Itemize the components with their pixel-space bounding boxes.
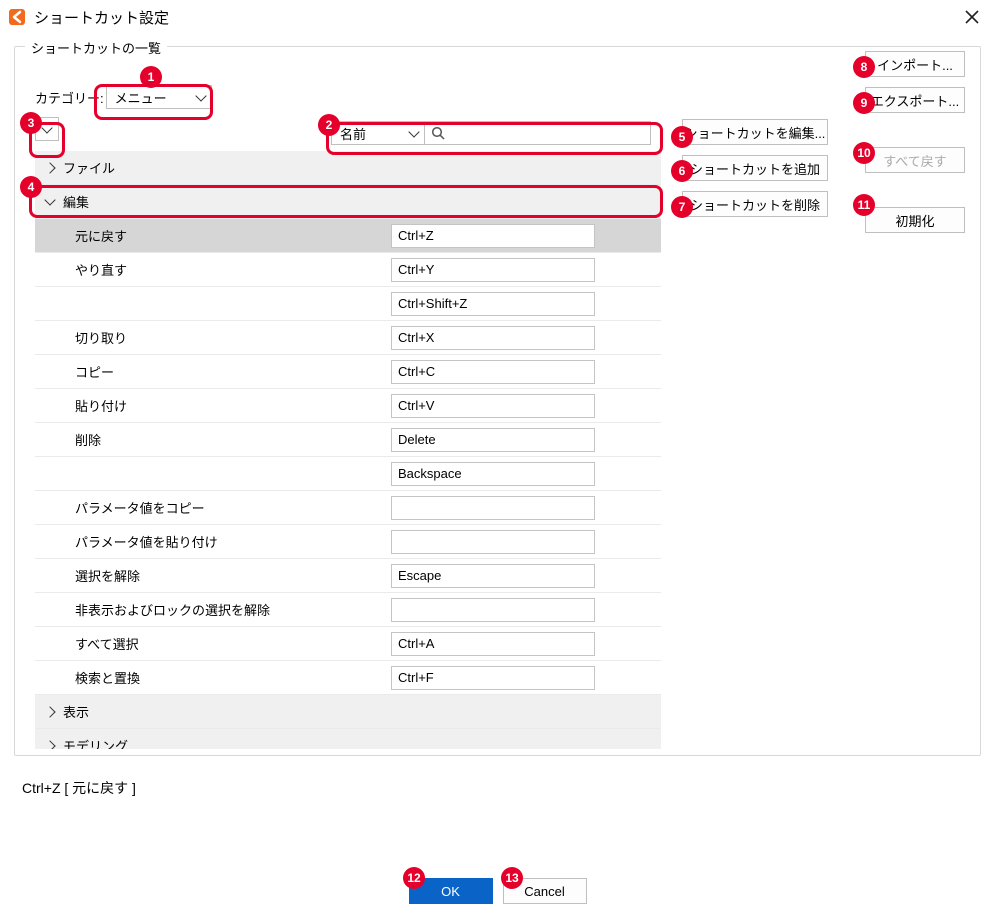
app-icon — [8, 8, 26, 26]
shortcut-field[interactable]: Ctrl+C — [391, 360, 595, 384]
tree-item-name: 非表示およびロックの選択を解除 — [41, 600, 391, 619]
shortcut-field[interactable]: Ctrl+Z — [391, 224, 595, 248]
tree-item-name: パラメータ値をコピー — [41, 498, 391, 517]
tree-item[interactable]: パラメータ値を貼り付け — [35, 525, 661, 559]
tree-item-name: 選択を解除 — [41, 566, 391, 585]
tree-item[interactable]: 非表示およびロックの選択を解除 — [35, 593, 661, 627]
shortcut-field[interactable]: Escape — [391, 564, 595, 588]
tree-item[interactable]: 削除Delete — [35, 423, 661, 457]
shortcut-cell: Ctrl+Z — [391, 224, 661, 248]
tree-group-label: 編集 — [59, 192, 409, 211]
add-shortcut-button[interactable]: ショートカットを追加 — [682, 155, 828, 181]
edit-shortcut-button[interactable]: ショートカットを編集... — [682, 119, 828, 145]
shortcut-cell: Ctrl+F — [391, 666, 661, 690]
shortcut-cell: Ctrl+X — [391, 326, 661, 350]
shortcut-tree: ファイル編集元に戻すCtrl+Zやり直すCtrl+YCtrl+Shift+Z切り… — [35, 151, 661, 749]
category-label: カテゴリー: — [35, 88, 104, 107]
shortcut-cell — [391, 530, 661, 554]
action-buttons-col2: インポート... エクスポート... すべて戻す 初期化 — [865, 51, 965, 233]
tree-item[interactable]: 切り取りCtrl+X — [35, 321, 661, 355]
chevron-right-icon — [41, 742, 59, 750]
tree-item-extra[interactable]: Backspace — [35, 457, 661, 491]
chevron-down-icon — [41, 199, 59, 204]
tree-item-name: やり直す — [41, 260, 391, 279]
shortcut-cell — [391, 496, 661, 520]
search-icon — [425, 126, 451, 140]
shortcut-field[interactable] — [391, 598, 595, 622]
tree-group-label: ファイル — [59, 158, 409, 177]
shortcut-cell: Delete — [391, 428, 661, 452]
tree-item[interactable]: 選択を解除Escape — [35, 559, 661, 593]
tree-item[interactable]: 貼り付けCtrl+V — [35, 389, 661, 423]
reset-button[interactable]: 初期化 — [865, 207, 965, 233]
tree-item-name: 貼り付け — [41, 396, 391, 415]
tree-group[interactable]: モデリング — [35, 729, 661, 749]
tree-group-label: モデリング — [59, 736, 409, 749]
shortcut-field[interactable]: Ctrl+A — [391, 632, 595, 656]
ok-button[interactable]: OK — [409, 878, 493, 904]
search-input-wrap — [425, 121, 651, 145]
shortcut-cell: Escape — [391, 564, 661, 588]
chevron-down-icon — [195, 90, 206, 101]
search-type-select[interactable]: 名前 — [331, 121, 425, 145]
tree-item[interactable]: すべて選択Ctrl+A — [35, 627, 661, 661]
chevron-down-icon — [41, 122, 52, 133]
chevron-right-icon — [41, 164, 59, 172]
tree-group[interactable]: 表示 — [35, 695, 661, 729]
shortcut-cell: Ctrl+V — [391, 394, 661, 418]
cancel-button[interactable]: Cancel — [503, 878, 587, 904]
tree-group[interactable]: ファイル — [35, 151, 661, 185]
chevron-right-icon — [41, 708, 59, 716]
window-title: ショートカット設定 — [34, 7, 169, 28]
tree-item-name: 切り取り — [41, 328, 391, 347]
tree-group-label: 表示 — [59, 702, 409, 721]
expand-all-toggle[interactable] — [35, 117, 59, 141]
titlebar: ショートカット設定 — [0, 0, 995, 34]
category-select[interactable]: メニュー — [106, 85, 212, 109]
shortcut-field[interactable]: Backspace — [391, 462, 595, 486]
shortcut-field[interactable]: Ctrl+Y — [391, 258, 595, 282]
search-row: 名前 — [331, 121, 651, 145]
shortcut-field[interactable]: Ctrl+Shift+Z — [391, 292, 595, 316]
tree-item[interactable]: やり直すCtrl+Y — [35, 253, 661, 287]
tree-item[interactable]: パラメータ値をコピー — [35, 491, 661, 525]
tree-item-name: パラメータ値を貼り付け — [41, 532, 391, 551]
shortcut-cell: Ctrl+Y — [391, 258, 661, 282]
tree-group[interactable]: 編集 — [35, 185, 661, 219]
dialog-buttons: OK Cancel — [0, 878, 995, 904]
action-buttons-col1: ショートカットを編集... ショートカットを追加 ショートカットを削除 — [682, 119, 828, 217]
shortcut-cell — [391, 598, 661, 622]
close-icon[interactable] — [957, 2, 987, 32]
search-input[interactable] — [451, 122, 650, 144]
export-button[interactable]: エクスポート... — [865, 87, 965, 113]
tree-item-name: コピー — [41, 362, 391, 381]
tree-item-name: 元に戻す — [41, 226, 391, 245]
tree-item-extra[interactable]: Ctrl+Shift+Z — [35, 287, 661, 321]
tree-item-name: 検索と置換 — [41, 668, 391, 687]
delete-shortcut-button[interactable]: ショートカットを削除 — [682, 191, 828, 217]
category-selected: メニュー — [115, 88, 167, 107]
shortcut-field[interactable]: Delete — [391, 428, 595, 452]
tree-item[interactable]: コピーCtrl+C — [35, 355, 661, 389]
shortcut-field[interactable]: Ctrl+X — [391, 326, 595, 350]
import-button[interactable]: インポート... — [865, 51, 965, 77]
category-row: カテゴリー: メニュー — [35, 85, 212, 109]
tree-item[interactable]: 検索と置換Ctrl+F — [35, 661, 661, 695]
tree-item[interactable]: 元に戻すCtrl+Z — [35, 219, 661, 253]
shortcut-field[interactable] — [391, 530, 595, 554]
shortcut-cell: Ctrl+C — [391, 360, 661, 384]
chevron-down-icon — [408, 126, 419, 137]
shortcut-field[interactable]: Ctrl+V — [391, 394, 595, 418]
revert-all-button[interactable]: すべて戻す — [865, 147, 965, 173]
status-line: Ctrl+Z [ 元に戻す ] — [22, 778, 136, 798]
group-legend: ショートカットの一覧 — [25, 38, 167, 57]
tree-item-name: 削除 — [41, 430, 391, 449]
shortcut-field[interactable] — [391, 496, 595, 520]
shortcut-cell: Ctrl+A — [391, 632, 661, 656]
tree-item-name: すべて選択 — [41, 634, 391, 653]
search-type-selected: 名前 — [340, 124, 366, 143]
shortcut-field[interactable]: Ctrl+F — [391, 666, 595, 690]
shortcut-list-group: ショートカットの一覧 カテゴリー: メニュー 名前 ショートカットを編集... … — [14, 46, 981, 756]
